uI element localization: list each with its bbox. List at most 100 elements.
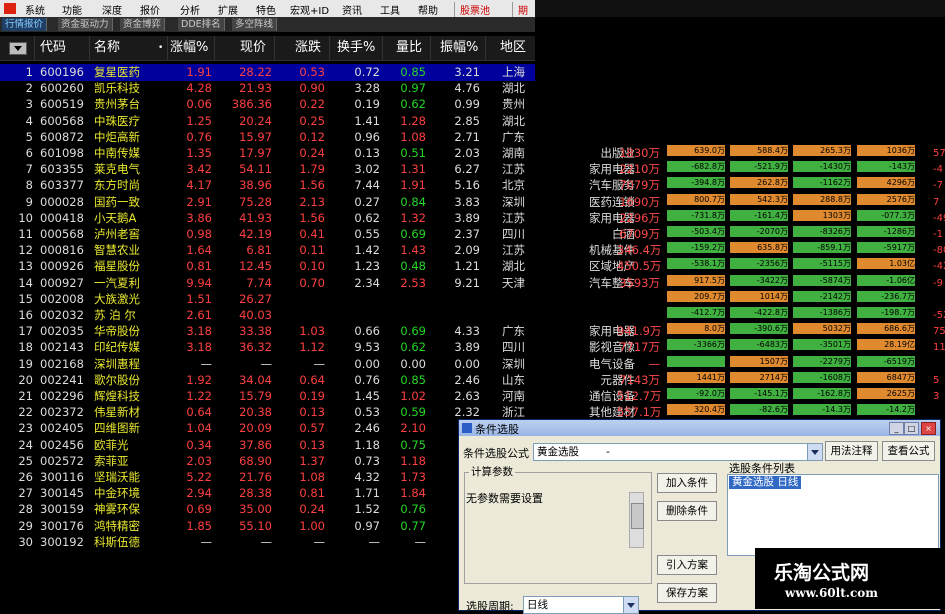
- col-code[interactable]: 代码: [40, 40, 66, 56]
- sector-row[interactable]: 电气设备 —1507万 -2279万 -6519万: [535, 355, 945, 373]
- tab-long-short[interactable]: 多空阵线: [232, 18, 278, 31]
- menu-system[interactable]: 系统: [25, 2, 45, 17]
- table-row[interactable]: 12 000816 智慧农业 1.64 6.81 0.11 1.42 1.43 2.09 江苏: [0, 242, 535, 259]
- menu-help[interactable]: 帮助: [418, 2, 438, 17]
- sector-row[interactable]: [535, 96, 945, 113]
- close-icon[interactable]: ×: [921, 422, 936, 435]
- sector-row[interactable]: 通信设备 512.7万 -92.0万 -145.1万 -162.8万 2625万 3: [535, 388, 945, 405]
- menu-function[interactable]: 功能: [62, 2, 82, 17]
- table-row[interactable]: 11 000568 泸州老窖 0.98 42.19 0.41 0.55 0.69 2.37 四川: [0, 226, 535, 243]
- menu-feature[interactable]: 特色: [256, 2, 276, 17]
- table-row[interactable]: 7 603355 莱克电气 3.42 54.11 1.79 3.02 1.31 6.27 江苏: [0, 161, 535, 178]
- col-price[interactable]: 现价: [240, 40, 266, 56]
- menu-extend[interactable]: 扩展: [218, 2, 238, 17]
- table-row[interactable]: 22 002372 伟星新材 0.64 20.38 0.13 0.53 0.59 2.32 浙江: [0, 404, 535, 421]
- table-row[interactable]: 18 002143 印纪传媒 3.18 36.32 1.12 9.53 0.62 3.89 四川: [0, 339, 535, 356]
- region: 贵州: [502, 97, 525, 112]
- sector-row[interactable]: [535, 129, 945, 146]
- condition-list-item[interactable]: 黄金选股 日线: [729, 476, 802, 489]
- sector-row[interactable]: [535, 80, 945, 97]
- tab-fund-drive[interactable]: 资金驱动力: [58, 18, 113, 31]
- table-row[interactable]: 19 002168 深圳惠程 — — — 0.00 0.00 0.00 深圳: [0, 356, 535, 373]
- col-pct[interactable]: 涨幅%: [170, 40, 208, 56]
- menu-tools[interactable]: 工具: [380, 2, 400, 17]
- sector-row[interactable]: -412.7万 -422.8万 -1386万 -198.7万 -52: [535, 307, 945, 324]
- table-row[interactable]: 1 600196 复星医药 1.91 28.22 0.53 0.72 0.85 3.21 上海: [0, 64, 535, 81]
- view-formula-button[interactable]: 查看公式: [882, 441, 935, 461]
- table-row[interactable]: 10 000418 小天鹅A 3.86 41.93 1.56 0.62 1.32 3.89 江苏: [0, 210, 535, 227]
- tab-quotes[interactable]: 行情报价: [2, 18, 48, 31]
- table-row[interactable]: 26 300116 坚瑞沃能 5.22 21.76 1.08 4.32 1.73: [0, 469, 535, 486]
- sector-row[interactable]: 209.7万 1014万 -2142万 -236.7万: [535, 290, 945, 308]
- sector-row[interactable]: 汽车整车 3593万 917.5万 -3422万 -5874万 -1.06亿 -9: [535, 274, 945, 292]
- formula-select[interactable]: 黄金选股 -: [533, 443, 823, 461]
- col-change[interactable]: 涨跌: [295, 40, 321, 56]
- menu-quote[interactable]: 报价: [140, 2, 160, 17]
- table-row[interactable]: 14 000927 一汽夏利 9.94 7.74 0.70 2.34 2.53 9.21 天津: [0, 275, 535, 292]
- table-row[interactable]: 16 002032 苏 泊 尔 2.61 40.03: [0, 307, 535, 324]
- menu-analysis[interactable]: 分析: [180, 2, 200, 17]
- menu-news[interactable]: 资讯: [342, 2, 362, 17]
- sector-row[interactable]: 白酒 6709万 -503.4万 -2070万 -8326万 -1286万 -1: [535, 226, 945, 243]
- sector-row[interactable]: 家用电器 2210万 -682.8万 -521.9万 -1430万 -143万 -4: [535, 161, 945, 178]
- table-row[interactable]: 21 002296 辉煌科技 1.22 15.79 0.19 1.45 1.02 2.63 河南: [0, 388, 535, 405]
- table-row[interactable]: 2 600260 凯乐科技 4.28 21.93 0.90 3.28 0.97 4.76 湖北: [0, 80, 535, 97]
- table-row[interactable]: 28 300159 神雾环保 0.69 35.00 0.24 1.52 0.76: [0, 501, 535, 518]
- sector-row[interactable]: 医药连锁 1690万 800.7万 542.3万 288.8万 2576万 7: [535, 193, 945, 211]
- table-row[interactable]: 6 601098 中南传媒 1.35 17.97 0.24 0.13 0.51 2.03 湖南: [0, 145, 535, 162]
- period-select[interactable]: 日线: [523, 596, 639, 614]
- stock-code: 000568: [40, 227, 84, 241]
- save-scheme-button[interactable]: 保存方案: [657, 583, 717, 603]
- table-row[interactable]: 9 000028 国药一致 2.91 75.28 2.13 0.27 0.84 3.83 深圳: [0, 194, 535, 211]
- maximize-icon[interactable]: □: [904, 422, 919, 435]
- sector-row[interactable]: 家用电器2296万-731.8万-161.4万1303万-077.3万-49: [535, 209, 945, 227]
- sector-row[interactable]: 机械基件346.4万-159.2万635.8万-859.1万-5917万-80: [535, 242, 945, 259]
- table-row[interactable]: 8 603377 东方时尚 4.17 38.96 1.56 7.44 1.91 5.16 北京: [0, 177, 535, 194]
- table-row[interactable]: 4 600568 中珠医疗 1.25 20.24 0.25 1.41 1.28 2.85 湖北: [0, 113, 535, 130]
- menu-macro[interactable]: 宏观+ID: [290, 2, 329, 17]
- sort-dropdown-icon[interactable]: [9, 42, 27, 55]
- sector-row[interactable]: [535, 113, 945, 130]
- table-row[interactable]: 23 002405 四维图新 1.04 20.09 0.57 2.46 2.10: [0, 420, 535, 437]
- sector-row[interactable]: 区域地产450.5万-538.1万-2356万-5115万1.03亿-42: [535, 258, 945, 275]
- stock-name: 欧菲光: [94, 437, 129, 452]
- table-row[interactable]: 15 002008 大族激光 1.51 26.27: [0, 291, 535, 308]
- col-vol-ratio[interactable]: 量比: [396, 40, 422, 56]
- delete-condition-button[interactable]: 删除条件: [657, 501, 717, 521]
- menu-futures[interactable]: 期: [512, 2, 528, 17]
- col-amplitude[interactable]: 振幅%: [440, 40, 478, 56]
- sector-row[interactable]: 汽车服务 7079万 -394.8万 262.8万 -1162万 4296万 -7: [535, 177, 945, 194]
- sector-row[interactable]: 影视音像 7717万 -3366万 -6483万 -3501万 28.19亿 11: [535, 339, 945, 356]
- tab-fund-game[interactable]: 资金博弈: [120, 18, 166, 31]
- usage-notes-button[interactable]: 用法注释: [825, 441, 878, 461]
- sector-row[interactable]: 元器件 7143万 1441万 2714万 -1608万 6847万 5: [535, 371, 945, 389]
- sector-row[interactable]: 家用电器 941.9万 8.0万 -390.6万 5032万 686.6万 75: [535, 323, 945, 340]
- sector-row[interactable]: [535, 64, 945, 81]
- dialog-titlebar[interactable]: 条件选股 _ □ ×: [459, 420, 940, 436]
- import-scheme-button[interactable]: 引入方案: [657, 555, 717, 575]
- minimize-icon[interactable]: _: [889, 422, 904, 435]
- table-row[interactable]: 30 300192 科斯伍德 — — — — —: [0, 534, 535, 551]
- table-row[interactable]: 20 002241 歌尔股份 1.92 34.04 0.64 0.76 0.85 2.46 山东: [0, 372, 535, 389]
- chevron-down-icon[interactable]: [623, 597, 638, 613]
- tab-dde-rank[interactable]: DDE排名: [178, 18, 225, 31]
- table-row[interactable]: 13 000926 福星股份 0.81 12.45 0.10 1.23 0.48 1.21 湖北: [0, 258, 535, 275]
- menu-depth[interactable]: 深度: [102, 2, 122, 17]
- condition-list[interactable]: 黄金选股 日线: [727, 474, 939, 556]
- table-row[interactable]: 29 300176 鸿特精密 1.85 55.10 1.00 0.97 0.77: [0, 518, 535, 535]
- table-row[interactable]: 27 300145 中金环境 2.94 28.38 0.81 1.71 1.84: [0, 485, 535, 502]
- col-region[interactable]: 地区: [500, 40, 526, 56]
- menu-stock-pool[interactable]: 股票池: [454, 2, 490, 17]
- add-condition-button[interactable]: 加入条件: [657, 473, 717, 493]
- chevron-down-icon[interactable]: [807, 444, 822, 460]
- table-row[interactable]: 25 002572 索菲亚 2.03 68.90 1.37 0.73 1.18: [0, 453, 535, 470]
- sector-row[interactable]: 出版业 1830万 639.0万 588.4万 265.3万 1036万 57: [535, 145, 945, 162]
- table-row[interactable]: 24 002456 欧菲光 0.34 37.86 0.13 1.18 0.75: [0, 437, 535, 454]
- params-scrollbar[interactable]: [629, 492, 644, 548]
- table-row[interactable]: 5 600872 中炬高新 0.76 15.97 0.12 0.96 1.08 2.71 广东: [0, 129, 535, 146]
- table-row[interactable]: 3 600519 贵州茅台 0.06 386.36 0.22 0.19 0.62 0.99 贵州: [0, 96, 535, 113]
- table-row[interactable]: 17 002035 华帝股份 3.18 33.38 1.03 0.66 0.69 4.33 广东: [0, 323, 535, 340]
- stock-name: 小天鹅A: [94, 210, 137, 225]
- col-name[interactable]: 名称: [94, 40, 120, 56]
- col-turnover[interactable]: 换手%: [337, 40, 375, 56]
